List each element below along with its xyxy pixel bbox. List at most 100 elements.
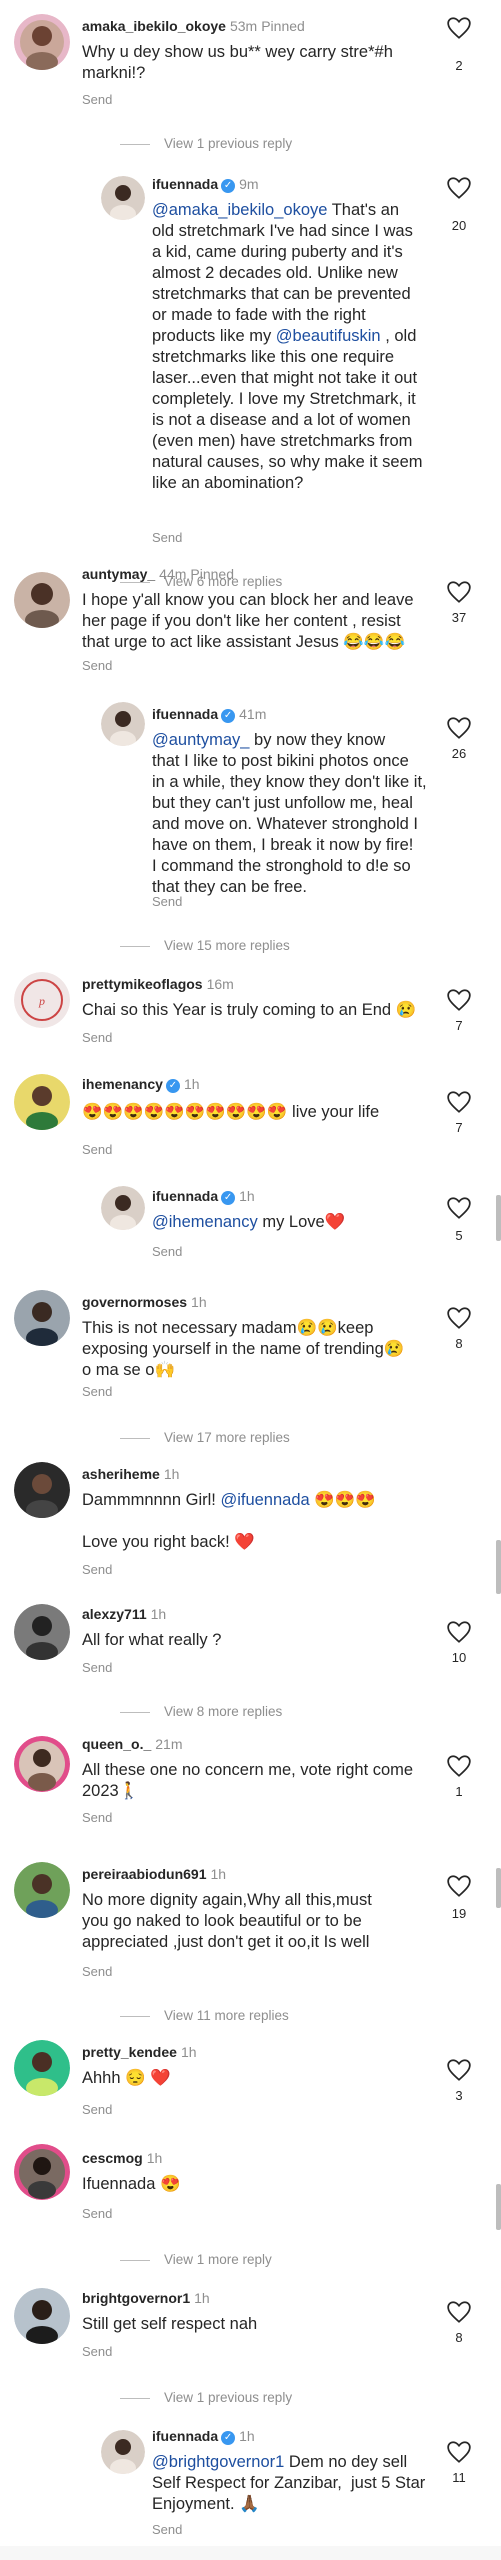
username[interactable]: asheriheme [82, 1466, 160, 1482]
timestamp: 1h [180, 2044, 197, 2060]
verified-icon: ✓ [165, 1079, 180, 1093]
heart-icon[interactable] [446, 1754, 472, 1778]
heart-icon[interactable] [446, 1306, 472, 1330]
send-button[interactable]: Send [82, 1384, 112, 1399]
heart-icon[interactable] [446, 988, 472, 1012]
view-replies-link[interactable]: View 8 more replies [120, 1704, 282, 1719]
view-replies-link[interactable]: View 1 previous reply [120, 136, 292, 151]
heart-icon[interactable] [446, 1090, 472, 1114]
username[interactable]: ifuennada [152, 176, 218, 192]
scrollbar-thumb[interactable] [496, 1868, 501, 1908]
send-button[interactable]: Send [152, 2522, 182, 2537]
avatar[interactable] [14, 1462, 70, 1518]
comment-meta: alexzy711 1h [82, 1606, 166, 1622]
username[interactable]: prettymikeoflagos [82, 976, 203, 992]
view-replies-link[interactable]: View 1 more reply [120, 2252, 272, 2267]
view-replies-link[interactable]: View 15 more replies [120, 938, 290, 953]
send-button[interactable]: Send [82, 1030, 112, 1045]
view-replies-link[interactable]: View 17 more replies [120, 1430, 290, 1445]
mention-link[interactable]: @brightgovernor1 [152, 2453, 284, 2471]
comment-meta: asheriheme 1h [82, 1466, 179, 1482]
send-button[interactable]: Send [152, 530, 182, 545]
comment-meta: auntymay_ 44m Pinned [82, 566, 234, 582]
avatar[interactable] [101, 176, 145, 220]
heart-icon[interactable] [446, 1620, 472, 1644]
avatar[interactable] [14, 1290, 70, 1346]
username[interactable]: amaka_ibekilo_okoye [82, 18, 226, 34]
avatar[interactable] [14, 2144, 70, 2200]
reply-text: @auntymay_ by now they know that I like … [152, 731, 427, 896]
username[interactable]: pretty_kendee [82, 2044, 177, 2060]
avatar[interactable] [14, 1604, 70, 1660]
comment-text: Ifuennada 😍 [82, 2175, 181, 2193]
comment-meta: pretty_kendee 1h [82, 2044, 197, 2060]
verified-icon: ✓ [221, 2431, 236, 2445]
view-replies-link[interactable]: View 1 previous reply [120, 2390, 292, 2405]
comment-meta: governormoses 1h [82, 1294, 207, 1310]
like-count: 7 [455, 1120, 463, 1135]
send-button[interactable]: Send [152, 1244, 182, 1259]
username[interactable]: alexzy711 [82, 1606, 147, 1622]
send-button[interactable]: Send [152, 894, 182, 909]
reply-text: @ihemenancy my Love❤️ [152, 1213, 346, 1231]
scrollbar-thumb[interactable] [496, 2184, 501, 2230]
timestamp: 1h [239, 2428, 255, 2444]
username[interactable]: governormoses [82, 1294, 187, 1310]
avatar[interactable] [101, 1186, 145, 1230]
mention-link[interactable]: @auntymay_ [152, 731, 249, 749]
username[interactable]: cescmog [82, 2150, 143, 2166]
heart-icon[interactable] [446, 1196, 472, 1220]
mention-link[interactable]: @ifuennada [220, 1491, 309, 1509]
avatar[interactable] [14, 1736, 70, 1792]
send-button[interactable]: Send [82, 658, 112, 673]
username[interactable]: queen_o._ [82, 1736, 151, 1752]
avatar[interactable]: p [14, 972, 70, 1028]
username[interactable]: ifuennada [152, 2428, 218, 2444]
send-button[interactable]: Send [82, 1562, 112, 1577]
send-button[interactable]: Send [82, 2102, 112, 2117]
username[interactable]: pereiraabiodun691 [82, 1866, 207, 1882]
scrollbar-thumb[interactable] [496, 1540, 501, 1594]
avatar[interactable] [14, 2288, 70, 2344]
send-button[interactable]: Send [82, 2206, 112, 2221]
avatar[interactable] [14, 14, 70, 70]
timestamp: 1h [191, 1294, 207, 1310]
username[interactable]: ifuennada [152, 706, 218, 722]
avatar[interactable] [101, 702, 145, 746]
bottom-bar [0, 2546, 501, 2560]
heart-icon[interactable] [446, 2440, 472, 2464]
send-button[interactable]: Send [82, 1660, 112, 1675]
username[interactable]: auntymay_ [82, 566, 155, 582]
heart-icon[interactable] [446, 580, 472, 604]
send-button[interactable]: Send [82, 1964, 112, 1979]
username[interactable]: ihemenancy [82, 1076, 163, 1092]
avatar[interactable] [101, 2430, 145, 2474]
username[interactable]: brightgovernor1 [82, 2290, 190, 2306]
send-button[interactable]: Send [82, 1810, 112, 1825]
send-button[interactable]: Send [82, 2344, 112, 2359]
avatar[interactable] [14, 1074, 70, 1130]
heart-icon[interactable] [446, 176, 472, 200]
like-count: 1 [455, 1784, 463, 1799]
comment-meta: ifuennada ✓ 41m [152, 706, 266, 723]
mention-link[interactable]: @ihemenancy [152, 1213, 258, 1231]
avatar[interactable] [14, 2040, 70, 2096]
username[interactable]: ifuennada [152, 1188, 218, 1204]
comment-meta: pereiraabiodun691 1h [82, 1866, 226, 1882]
like-count: 11 [452, 2470, 466, 2485]
heart-icon[interactable] [446, 1874, 472, 1898]
heart-icon[interactable] [446, 2300, 472, 2324]
avatar[interactable] [14, 572, 70, 628]
heart-icon[interactable] [446, 716, 472, 740]
avatar[interactable] [14, 1862, 70, 1918]
mention-link[interactable]: @amaka_ibekilo_okoye [152, 201, 327, 219]
scrollbar-thumb[interactable] [496, 1195, 501, 1241]
heart-icon[interactable] [446, 2058, 472, 2082]
send-button[interactable]: Send [82, 92, 112, 107]
comment-text: All these one no concern me, vote right … [82, 1761, 414, 1800]
send-button[interactable]: Send [82, 1142, 112, 1157]
svg-text:p: p [38, 994, 45, 1008]
heart-icon[interactable] [446, 16, 472, 40]
mention-link[interactable]: @beautifuskin [276, 327, 381, 345]
view-replies-link[interactable]: View 11 more replies [120, 2008, 289, 2023]
